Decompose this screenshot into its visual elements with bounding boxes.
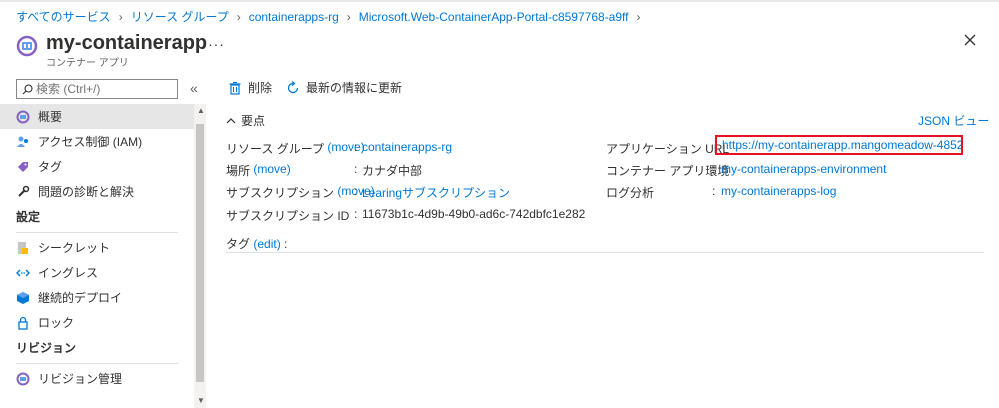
- chevron-right-icon: ›: [118, 9, 123, 24]
- refresh-label: 最新の情報に更新: [306, 81, 403, 95]
- sidebar-item-label: 継続的デプロイ: [38, 291, 123, 305]
- sidebar-item-label: リビジョン管理: [38, 372, 123, 386]
- essentials-toggle[interactable]: 要点: [226, 112, 265, 129]
- delete-label: 削除: [248, 81, 273, 95]
- resource-group-row: リソース グループ (move): [226, 140, 365, 157]
- breadcrumb-all-services[interactable]: すべてのサービス: [16, 8, 111, 25]
- iam-icon: [16, 135, 30, 149]
- sidebar-item-label: 問題の診断と解決: [38, 185, 135, 199]
- tags-edit-link[interactable]: (edit): [253, 237, 280, 251]
- command-bar: 削除 最新の情報に更新: [228, 79, 416, 96]
- environment-link[interactable]: my-containerapps-environment: [721, 162, 886, 176]
- chevron-right-icon: ›: [636, 9, 641, 24]
- sidebar: « 概要 アクセス制御 (IAM) タグ 問題の診断と解決 設定: [0, 76, 206, 408]
- page-subtitle: コンテナー アプリ: [46, 58, 129, 69]
- chevron-right-icon: ›: [346, 9, 351, 24]
- sidebar-nav: 概要 アクセス制御 (IAM) タグ 問題の診断と解決 設定 シークレット イン…: [0, 104, 194, 391]
- deploy-icon: [16, 291, 30, 305]
- overview-icon: [16, 110, 30, 124]
- lock-icon: [16, 316, 30, 330]
- revision-icon: [16, 372, 30, 386]
- scrollbar-thumb[interactable]: [196, 124, 204, 382]
- location-label: 場所: [226, 164, 251, 178]
- scroll-down-icon[interactable]: ▼: [197, 396, 205, 405]
- json-view-link[interactable]: JSON ビュー: [918, 112, 989, 129]
- colon: :: [354, 140, 358, 154]
- sidebar-item-label: シークレット: [38, 241, 111, 255]
- log-analytics-label: ログ分析: [606, 186, 655, 200]
- sidebar-item-secrets[interactable]: シークレット: [0, 235, 194, 260]
- colon: :: [354, 184, 358, 198]
- subscription-label: サブスクリプション: [226, 186, 335, 200]
- sidebar-item-continuous-deploy[interactable]: 継続的デプロイ: [0, 285, 194, 310]
- sidebar-item-label: ロック: [38, 316, 75, 330]
- close-icon[interactable]: [962, 32, 978, 48]
- colon: :: [712, 184, 716, 198]
- sidebar-item-label: タグ: [38, 160, 63, 174]
- app-url-link[interactable]: https://my-containerapp.mangomeadow-4852…: [722, 138, 961, 152]
- sidebar-item-revision-management[interactable]: リビジョン管理: [0, 366, 194, 391]
- subscription-id-value: 11673b1c-4d9b-49b0-ad6c-742dbfc1e282: [362, 207, 586, 221]
- breadcrumb: すべてのサービス › リソース グループ › containerapps-rg …: [16, 8, 648, 25]
- divider: [16, 232, 178, 233]
- top-border: [0, 0, 999, 2]
- subscription-link[interactable]: Learingサブスクリプション: [362, 184, 510, 201]
- sidebar-item-ingress[interactable]: イングレス: [0, 260, 194, 285]
- colon: :: [284, 237, 288, 251]
- ingress-icon: [16, 266, 30, 280]
- app-url-label: アプリケーション URL: [606, 142, 730, 156]
- tag-icon: [16, 160, 30, 174]
- location-value: カナダ中部: [362, 164, 423, 178]
- colon: :: [712, 162, 716, 176]
- sidebar-item-overview[interactable]: 概要: [0, 104, 194, 129]
- subscription-id-row: サブスクリプション ID: [226, 207, 349, 224]
- more-actions-button[interactable]: ···: [208, 36, 225, 52]
- trash-icon: [229, 81, 241, 95]
- secret-icon: [16, 241, 30, 255]
- refresh-button[interactable]: 最新の情報に更新: [286, 79, 402, 96]
- environment-label: コンテナー アプリ環境: [606, 164, 730, 178]
- tags-row: タグ (edit) :: [226, 235, 287, 252]
- search-input[interactable]: [36, 82, 166, 96]
- subscription-row: サブスクリプション (move): [226, 184, 375, 201]
- search-box[interactable]: [16, 79, 178, 99]
- divider: [226, 252, 984, 253]
- app-url-highlight: https://my-containerapp.mangomeadow-4852…: [715, 135, 963, 155]
- resource-group-move-link[interactable]: (move): [327, 140, 364, 157]
- search-icon: [22, 83, 33, 94]
- delete-button[interactable]: 削除: [228, 79, 272, 96]
- location-row: 場所 (move): [226, 162, 291, 179]
- sidebar-item-diagnose[interactable]: 問題の診断と解決: [0, 179, 194, 204]
- sidebar-item-label: アクセス制御 (IAM): [38, 135, 143, 149]
- scroll-up-icon[interactable]: ▲: [197, 106, 205, 115]
- colon: :: [354, 207, 358, 221]
- chevron-right-icon: ›: [236, 9, 241, 24]
- breadcrumb-deployment[interactable]: Microsoft.Web-ContainerApp-Portal-c85977…: [359, 10, 629, 24]
- sidebar-item-iam[interactable]: アクセス制御 (IAM): [0, 129, 194, 154]
- divider: [16, 363, 178, 364]
- breadcrumb-resource-group[interactable]: containerapps-rg: [249, 10, 339, 24]
- collapse-sidebar-button[interactable]: «: [190, 80, 198, 96]
- sidebar-item-label: 概要: [38, 110, 63, 124]
- colon: :: [354, 162, 358, 176]
- sidebar-section-revisions: リビジョン: [16, 341, 77, 355]
- log-analytics-link[interactable]: my-containerapps-log: [721, 184, 836, 198]
- sidebar-section-settings: 設定: [16, 210, 41, 224]
- subscription-id-label: サブスクリプション ID: [226, 209, 350, 223]
- page-title: my-containerapp: [46, 32, 208, 54]
- container-app-icon: [16, 35, 38, 57]
- wrench-icon: [16, 185, 30, 199]
- sidebar-item-tags[interactable]: タグ: [0, 154, 194, 179]
- resource-group-label: リソース グループ: [226, 142, 325, 156]
- essentials-label: 要点: [241, 114, 266, 128]
- sidebar-item-locks[interactable]: ロック: [0, 310, 194, 335]
- tags-label: タグ: [226, 237, 251, 251]
- sidebar-item-label: イングレス: [38, 266, 99, 280]
- breadcrumb-resource-groups[interactable]: リソース グループ: [131, 8, 229, 25]
- chevron-up-icon: [226, 117, 236, 123]
- resource-group-link[interactable]: containerapps-rg: [362, 140, 452, 154]
- refresh-icon: [287, 80, 299, 93]
- sidebar-scrollbar[interactable]: ▲ ▼: [194, 104, 206, 408]
- location-move-link[interactable]: (move): [253, 162, 290, 179]
